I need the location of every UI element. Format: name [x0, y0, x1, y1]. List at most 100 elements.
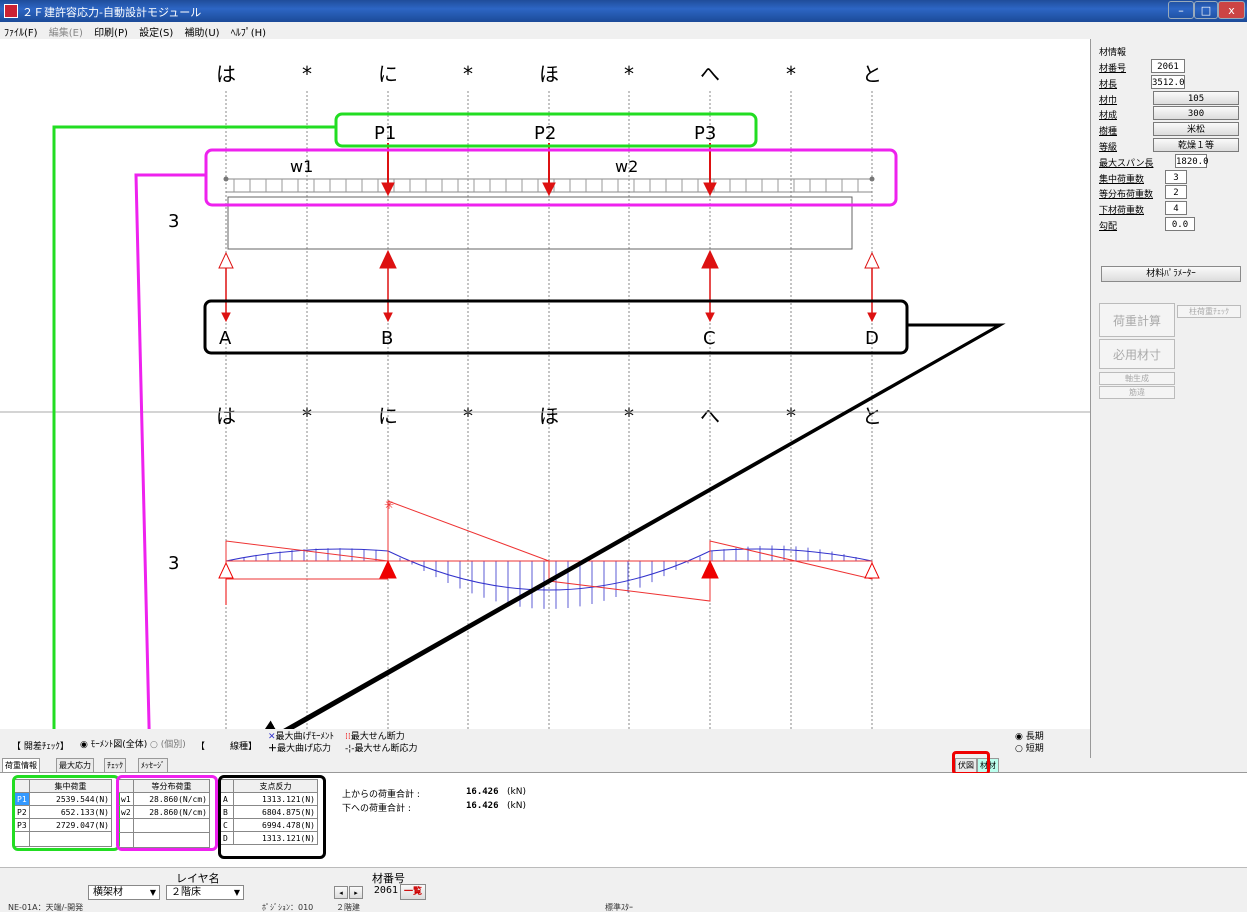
app-icon	[4, 4, 18, 18]
field-value: 2061	[1151, 59, 1185, 73]
field-label: 等分布荷重数	[1099, 190, 1154, 201]
support-d-label: D	[865, 328, 879, 349]
tab-load-info[interactable]: 荷重情報	[2, 758, 40, 772]
field-label: 材番号	[1099, 64, 1127, 74]
bracket-label: 【	[196, 742, 206, 752]
field-value[interactable]: 乾燥１等	[1153, 138, 1239, 152]
maximize-button[interactable]: □	[1194, 1, 1218, 19]
legend-max-bending-stress: ＋最大曲げ応力	[268, 744, 332, 754]
title-bar: ２Ｆ建許容応力-自動設計モジュール – □ x	[0, 0, 1247, 22]
field-label: 等級	[1099, 143, 1118, 153]
field-label: 材長	[1099, 79, 1118, 90]
field-value[interactable]: 105	[1153, 90, 1239, 105]
field-label: 下材荷重数	[1099, 206, 1145, 217]
grid-label-top: *	[786, 62, 796, 86]
field-value[interactable]: 300	[1153, 106, 1239, 121]
minimize-button[interactable]: –	[1168, 1, 1194, 19]
grid-label-bottom: *	[786, 404, 796, 428]
grid-label-bottom: ほ	[539, 404, 559, 428]
beam-diagram-canvas[interactable]: は * に * ほ * へ * と は * に * ほ * へ * と 3 3 w1 w2 P1 P2 P3 A…	[0, 39, 1090, 729]
tab-bar: 荷重情報 最大応力 ﾁｪｯｸ ﾒｯｾｰｼﾞ 伏図 材材	[0, 751, 1247, 775]
grid-label-top: *	[302, 62, 312, 86]
grid-label-top: ほ	[539, 62, 559, 86]
tab-max-stress[interactable]: 最大応力	[56, 758, 94, 772]
axis-generate-button[interactable]: 軸生成	[1099, 372, 1175, 385]
green-callout-arrow	[52, 125, 336, 729]
total-load-top: 上からの荷重合計 : 16.426 (kN)	[342, 787, 526, 800]
grid-label-bottom: *	[624, 404, 634, 428]
support-b-label: B	[381, 328, 393, 349]
row-label-bottom: 3	[168, 553, 179, 574]
support-reaction-highlight	[218, 775, 326, 859]
field-value: 0.0	[1165, 217, 1195, 231]
support-c-label: C	[703, 328, 716, 349]
grid-label-top: と	[862, 62, 882, 86]
layer-label: レイヤ名	[176, 872, 220, 885]
grid-labels-top: は * に * ほ * へ * と	[216, 62, 882, 86]
status-item: NE-01A：天端/-開発	[8, 903, 84, 911]
field-label: 材巾	[1099, 95, 1118, 106]
p3-label: P3	[694, 123, 716, 144]
grid-label-bottom: と	[862, 404, 882, 428]
total-load-bottom: 下への荷重合計 : 16.426 (kN)	[342, 801, 526, 814]
grid-label-bottom: へ	[700, 404, 720, 428]
grid-label-bottom: は	[216, 404, 236, 428]
grid-label-top: *	[624, 62, 634, 86]
line-type-label: 線種】	[230, 742, 258, 752]
layer-type-select[interactable]: 横架材 ▼	[88, 885, 160, 900]
grid-label-top: *	[463, 62, 473, 86]
field-label: 樹種	[1099, 127, 1118, 138]
grid-label-bottom: *	[302, 404, 312, 428]
load-info-panel: 集中荷重 P1 2539.544(N) P2 652.133(N) P3 2729.0…	[0, 773, 1247, 867]
short-term-radio[interactable]: ○ 短期	[1015, 741, 1044, 754]
field-label: 最大スパン長	[1099, 158, 1154, 169]
layer-floor-select[interactable]: ２階床 ▼	[166, 885, 244, 900]
tab-check[interactable]: ﾁｪｯｸ	[104, 758, 126, 772]
support-a-label: A	[219, 328, 232, 349]
black-callout-arrow-2	[251, 323, 1001, 729]
menu-bar: ﾌｧｲﾙ(F) 編集(E) 印刷(P) 設定(S) 補助(U) ﾍﾙﾌﾟ(H)	[0, 22, 1247, 39]
field-label: 材成	[1099, 111, 1118, 122]
grid-labels-bottom: は * に * ほ * へ * と	[216, 404, 882, 428]
member-number-field[interactable]: 2061	[366, 885, 398, 896]
p1-label: P1	[374, 123, 396, 144]
status-item: ﾎﾟｼﾞｼｮﾝ：010	[262, 903, 314, 911]
status-bar: NE-01A：天端/-開発 ﾎﾟｼﾞｼｮﾝ：010 ２階建 標準ｽﾀｰ	[0, 902, 1247, 911]
required-size-button[interactable]: 必用材寸	[1099, 339, 1175, 369]
legend-max-shear-stress: -¦-最大せん断応力	[345, 744, 418, 754]
load-calc-button[interactable]: 荷重計算	[1099, 303, 1175, 337]
status-item: 標準ｽﾀｰ	[605, 903, 633, 911]
concentrated-load-highlight	[12, 775, 120, 851]
display-label: 【 開差ﾁｪｯｸ】	[12, 742, 69, 752]
supports-top	[218, 249, 880, 323]
status-item: ２階建	[336, 903, 360, 911]
member-tab-highlight	[952, 751, 990, 775]
moment-all-radio[interactable]: ◉ ﾓｰﾒﾝﾄ図(全体)	[80, 737, 147, 750]
field-value: 4	[1165, 201, 1187, 216]
grid-label-top: は	[216, 62, 236, 86]
grid-label-bottom: に	[378, 404, 398, 428]
list-button[interactable]: 一覧	[400, 884, 426, 900]
grid-label-top: へ	[700, 62, 720, 86]
brace-button[interactable]: 筋違	[1099, 386, 1175, 399]
column-check-button[interactable]: 柱荷重ﾁｪｯｸ	[1177, 305, 1241, 318]
field-value: 1820.0	[1175, 153, 1209, 168]
field-label: 集中荷重数	[1099, 174, 1145, 185]
member-info-panel: 材情報 材番号 2061 材長 3512.0 材巾 105 材成 300 樹種 米松等級 乾燥１等最…	[1090, 39, 1247, 770]
window-title: ２Ｆ建許容応力-自動設計モジュール	[22, 6, 202, 19]
moment-part-radio[interactable]: ○ (個別)	[150, 737, 186, 750]
next-member-button[interactable]: ▸	[349, 886, 363, 899]
close-button[interactable]: x	[1218, 1, 1245, 19]
field-value: 2	[1165, 185, 1187, 200]
options-bar: 【 開差ﾁｪｯｸ】 ◉ ﾓｰﾒﾝﾄ図(全体) ○ (個別) 【 線種】 ✕最大曲…	[0, 729, 1090, 759]
field-label: 勾配	[1099, 222, 1118, 232]
p2-label: P2	[534, 123, 556, 144]
field-value: 3512.0	[1151, 74, 1185, 89]
tab-message[interactable]: ﾒｯｾｰｼﾞ	[138, 758, 168, 772]
field-value[interactable]: 米松	[1153, 122, 1239, 137]
black-callout-arrow-1	[287, 323, 1006, 729]
prev-member-button[interactable]: ◂	[334, 886, 348, 899]
member-info-heading: 材情報	[1099, 48, 1127, 58]
material-params-button[interactable]: 材料ﾊﾟﾗﾒｰﾀｰ	[1101, 266, 1241, 282]
grid-label-bottom: *	[463, 404, 473, 428]
